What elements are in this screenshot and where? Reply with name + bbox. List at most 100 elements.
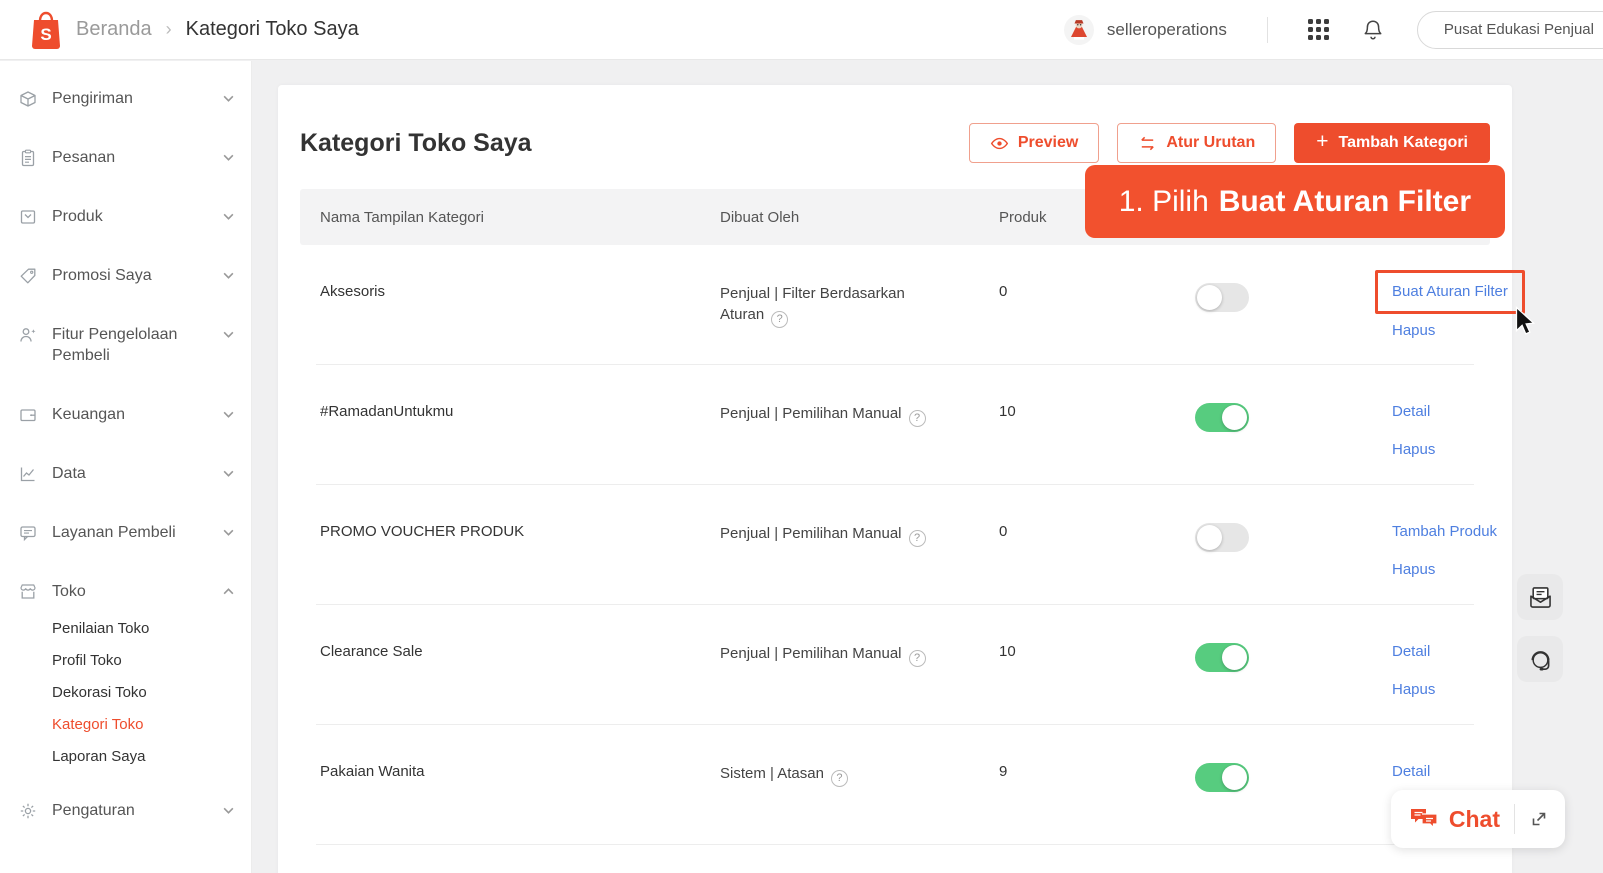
apps-grid-icon[interactable] <box>1307 19 1329 40</box>
table-row: On SaleSistem | Sedang Diskon?1Detail <box>300 845 1490 873</box>
question-circle-icon[interactable]: ? <box>771 311 789 328</box>
question-circle-icon[interactable]: ? <box>908 650 926 667</box>
category-table: Nama Tampilan Kategori Dibuat Oleh Produ… <box>300 189 1535 873</box>
headset-icon[interactable] <box>1517 636 1563 682</box>
sidebar-item-data[interactable]: Data <box>0 444 251 503</box>
created-by: Penjual | Pemilihan Manual? <box>720 643 977 725</box>
toggle-knob <box>1197 525 1222 550</box>
action-link-detail[interactable]: Detail <box>1392 403 1430 420</box>
toggle-knob <box>1222 645 1247 670</box>
tutorial-callout: 1. Pilih Buat Aturan Filter <box>1084 165 1505 238</box>
action-link-buat-aturan-filter[interactable]: Buat Aturan Filter <box>1392 283 1508 300</box>
breadcrumb-home[interactable]: Beranda <box>76 18 152 41</box>
breadcrumb-separator: › <box>165 19 172 39</box>
sidebar-item-label: Fitur Pengelolaan Pembeli <box>52 326 178 364</box>
table-row: #RamadanUntukmu Penjual | Pemilihan Manua… <box>300 365 1490 485</box>
category-toggle[interactable] <box>1195 403 1249 432</box>
question-circle-icon[interactable]: ? <box>908 410 926 427</box>
category-name: PROMO VOUCHER PRODUK <box>320 523 525 540</box>
shopee-bag-icon[interactable]: S <box>28 10 64 50</box>
chat-divider <box>1514 804 1515 834</box>
sidebar-item-kategori-toko[interactable]: Kategori Toko <box>52 709 251 741</box>
callout-highlight-text: Buat Aturan Filter <box>1218 184 1471 218</box>
category-name: Aksesoris <box>320 283 386 300</box>
customer-service-icon <box>18 523 38 543</box>
shipping-icon <box>18 89 38 109</box>
action-link-hapus[interactable]: Hapus <box>1392 681 1435 698</box>
sidebar-item-label: Toko <box>52 583 86 600</box>
sidebar-item-fitur-pengelolaan-pembeli[interactable]: Fitur Pengelolaan Pembeli <box>0 305 251 385</box>
table-row: PROMO VOUCHER PRODUK Penjual | Pemilihan … <box>300 485 1497 605</box>
sidebar-item-label: Pengiriman <box>52 90 133 107</box>
username[interactable]: selleroperations <box>1107 20 1227 40</box>
avatar[interactable] <box>1063 14 1095 46</box>
finance-icon <box>18 405 38 425</box>
sidebar-item-profil-toko[interactable]: Profil Toko <box>52 645 251 677</box>
chevron-down-icon <box>222 408 235 421</box>
action-link-hapus[interactable]: Hapus <box>1392 561 1435 578</box>
buyer-management-icon <box>18 325 38 345</box>
category-name: Pakaian Wanita <box>320 763 425 780</box>
product-count: 10 <box>999 403 1016 420</box>
category-toggle[interactable] <box>1195 283 1249 312</box>
category-toggle[interactable] <box>1195 643 1249 672</box>
action-link-detail[interactable]: Detail <box>1392 763 1430 780</box>
eye-icon <box>990 134 1009 153</box>
settings-icon <box>18 801 38 821</box>
product-icon <box>18 207 38 227</box>
sort-order-button[interactable]: Atur Urutan <box>1117 123 1277 163</box>
chevron-down-icon <box>222 210 235 223</box>
sidebar-item-label: Layanan Pembeli <box>52 524 176 541</box>
chevron-down-icon <box>222 269 235 282</box>
seller-education-button[interactable]: Pusat Edukasi Penjual <box>1416 10 1603 49</box>
row-actions: Buat Aturan Filter Hapus <box>1375 270 1535 365</box>
sidebar-item-layanan-pembeli[interactable]: Layanan Pembeli <box>0 503 251 562</box>
category-toggle[interactable] <box>1195 763 1249 792</box>
question-circle-icon[interactable]: ? <box>830 770 848 787</box>
sidebar-item-dekorasi-toko[interactable]: Dekorasi Toko <box>52 677 251 709</box>
category-name: Clearance Sale <box>320 643 423 660</box>
add-category-button[interactable]: + Tambah Kategori <box>1294 123 1490 163</box>
sidebar-item-penilaian-toko[interactable]: Penilaian Toko <box>52 613 251 645</box>
orders-icon <box>18 148 38 168</box>
top-bar: S Beranda › Kategori Toko Saya sellerope… <box>0 0 1603 60</box>
chevron-down-icon <box>222 92 235 105</box>
sidebar-nav: Pengiriman Pesanan Produk Promosi Saya Fitur… <box>0 61 252 873</box>
chevron-down-icon <box>222 328 235 341</box>
toggle-knob <box>1197 285 1222 310</box>
action-link-tambah-produk[interactable]: Tambah Produk <box>1392 523 1497 540</box>
preview-button-label: Preview <box>1017 134 1079 151</box>
svg-text:S: S <box>40 25 51 44</box>
chevron-up-icon <box>222 585 235 598</box>
sidebar-item-label: Pesanan <box>52 149 116 166</box>
action-link-hapus[interactable]: Hapus <box>1392 441 1435 458</box>
sidebar-item-pengaturan[interactable]: Pengaturan <box>0 781 251 840</box>
sidebar-item-pesanan[interactable]: Pesanan <box>0 128 251 187</box>
sidebar-item-promosi-saya[interactable]: Promosi Saya <box>0 246 251 305</box>
category-name: #RamadanUntukmu <box>320 403 454 420</box>
promo-icon <box>18 266 38 286</box>
sidebar-item-produk[interactable]: Produk <box>0 187 251 246</box>
toggle-knob <box>1222 765 1247 790</box>
expand-icon[interactable] <box>1529 809 1549 829</box>
callout-step-text: 1. Pilih <box>1118 184 1209 218</box>
sidebar-item-pengiriman[interactable]: Pengiriman <box>0 69 251 128</box>
bell-icon[interactable] <box>1361 18 1385 42</box>
category-toggle[interactable] <box>1195 523 1249 552</box>
preview-button[interactable]: Preview <box>968 123 1100 163</box>
action-link-hapus[interactable]: Hapus <box>1392 322 1435 339</box>
product-count: 0 <box>999 283 1008 300</box>
chat-label: Chat <box>1448 805 1500 832</box>
sidebar-item-laporan-saya[interactable]: Laporan Saya <box>52 741 251 773</box>
toggle-knob <box>1222 405 1247 430</box>
table-body: Aksesoris Penjual | Filter Berdasarkan At… <box>300 245 1535 873</box>
inbox-icon[interactable] <box>1517 574 1563 620</box>
plus-icon: + <box>1316 130 1329 153</box>
chevron-down-icon <box>222 526 235 539</box>
sidebar-item-label: Produk <box>52 208 103 225</box>
chat-widget[interactable]: Chat <box>1390 790 1565 848</box>
action-link-detail[interactable]: Detail <box>1392 643 1430 660</box>
topbar-divider <box>1266 16 1268 43</box>
sidebar-item-keuangan[interactable]: Keuangan <box>0 385 251 444</box>
question-circle-icon[interactable]: ? <box>908 530 926 547</box>
